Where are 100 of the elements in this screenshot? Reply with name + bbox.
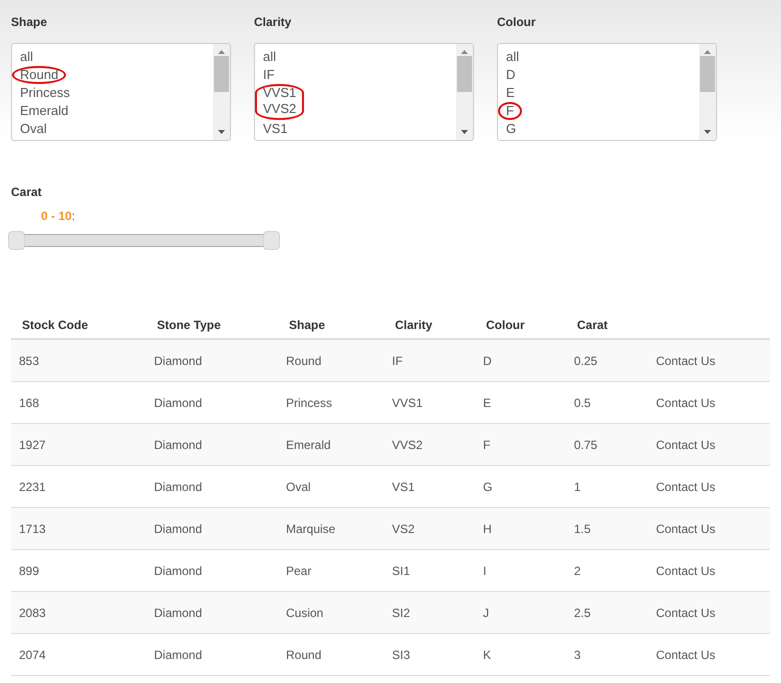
table-cell: 0.75 — [574, 438, 598, 452]
contact-link[interactable]: Contact Us — [656, 648, 716, 662]
table-cell: VVS1 — [392, 396, 423, 410]
column-header: Stone Type — [157, 318, 221, 332]
list-option[interactable]: Emerald — [12, 102, 76, 120]
scroll-up-icon[interactable] — [218, 50, 225, 54]
table-cell: 853 — [19, 354, 40, 368]
scroll-down-icon[interactable] — [461, 130, 468, 134]
contact-link[interactable]: Contact Us — [656, 606, 716, 620]
list-option[interactable]: all — [255, 48, 284, 66]
scroll-thumb[interactable] — [457, 56, 472, 92]
column-header: Stock Code — [22, 318, 88, 332]
contact-link[interactable]: Contact Us — [656, 522, 716, 536]
table-cell: Diamond — [154, 522, 202, 536]
table-cell: Diamond — [154, 480, 202, 494]
list-option[interactable]: Round — [12, 66, 66, 84]
table-cell: SI1 — [392, 564, 410, 578]
table-cell: 1.5 — [574, 522, 591, 536]
scroll-down-icon[interactable] — [218, 130, 225, 134]
table-cell: J — [483, 606, 489, 620]
table-cell: Diamond — [154, 648, 202, 662]
scroll-thumb[interactable] — [700, 56, 715, 92]
table-cell: Oval — [286, 480, 311, 494]
list-option[interactable]: all — [498, 48, 528, 66]
scroll-thumb[interactable] — [214, 56, 229, 92]
list-option[interactable]: all — [12, 48, 42, 66]
listbox[interactable]: all D E F G — [497, 43, 717, 141]
table-cell: VVS2 — [392, 438, 423, 452]
table-cell: 2231 — [19, 480, 46, 494]
table-cell: 168 — [19, 396, 40, 410]
list-option[interactable]: F — [498, 102, 522, 120]
table-cell: VS2 — [392, 522, 415, 536]
contact-link[interactable]: Contact Us — [656, 480, 716, 494]
carat-range: 0 - 10 — [41, 208, 72, 225]
table-cell: 2074 — [19, 648, 46, 662]
list-option[interactable]: D — [498, 66, 524, 84]
table-cell: SI3 — [392, 648, 410, 662]
table-cell: Round — [286, 354, 322, 368]
table-cell: Diamond — [154, 354, 202, 368]
scrollbar[interactable] — [213, 44, 230, 140]
table-cell: Diamond — [154, 564, 202, 578]
table-cell: Round — [286, 648, 322, 662]
table-cell: 2 — [574, 564, 581, 578]
listbox[interactable]: all IF VVS1 VVS2 VS1 — [254, 43, 474, 141]
list-option[interactable]: G — [498, 120, 524, 138]
carat-label: Carat — [11, 184, 43, 201]
table-cell: H — [483, 522, 492, 536]
table-cell: F — [483, 438, 490, 452]
scroll-down-icon[interactable] — [704, 130, 711, 134]
list-option[interactable]: VVS1 — [255, 84, 304, 102]
table-cell: Emerald — [286, 438, 331, 452]
scroll-up-icon[interactable] — [461, 50, 468, 54]
table-cell: Marquise — [286, 522, 336, 536]
table-cell: 3 — [574, 648, 581, 662]
filter-label: Colour — [497, 14, 537, 31]
table-cell: D — [483, 354, 492, 368]
column-header: Clarity — [395, 318, 432, 332]
scrollbar[interactable] — [456, 44, 473, 140]
scroll-up-icon[interactable] — [704, 50, 711, 54]
table-cell: 899 — [19, 564, 40, 578]
table-cell: E — [483, 396, 492, 410]
slider-handle[interactable] — [8, 231, 25, 250]
contact-link[interactable]: Contact Us — [656, 396, 716, 410]
table-cell: 1713 — [19, 522, 46, 536]
table-cell: 1927 — [19, 438, 46, 452]
table-cell: Diamond — [154, 606, 202, 620]
table-cell: VS1 — [392, 480, 415, 494]
contact-link[interactable]: Contact Us — [656, 438, 716, 452]
table-cell: Pear — [286, 564, 312, 578]
list-option[interactable]: Princess — [12, 84, 78, 102]
list-option[interactable]: VVS2 — [255, 102, 304, 120]
table-cell: 2083 — [19, 606, 46, 620]
table-cell: G — [483, 480, 492, 494]
filter-label: Clarity — [254, 14, 292, 31]
table-cell: Cusion — [286, 606, 324, 620]
listbox[interactable]: all Round Princess Emerald Oval — [11, 43, 231, 141]
slider-handle[interactable] — [263, 231, 280, 250]
column-header: Colour — [486, 318, 525, 332]
table-cell: Diamond — [154, 438, 202, 452]
table-cell: 1 — [574, 480, 581, 494]
table-cell: K — [483, 648, 492, 662]
scrollbar[interactable] — [699, 44, 716, 140]
list-option[interactable]: Oval — [12, 120, 55, 138]
contact-link[interactable]: Contact Us — [656, 354, 716, 368]
range-colon: : — [72, 208, 76, 225]
table-cell: SI2 — [392, 606, 410, 620]
table-cell: 0.25 — [574, 354, 598, 368]
list-option[interactable]: IF — [255, 66, 283, 84]
filter-label: Shape — [11, 14, 48, 31]
table-cell: IF — [392, 354, 403, 368]
table-cell: 2.5 — [574, 606, 591, 620]
table-cell: Diamond — [154, 396, 202, 410]
table-cell: I — [483, 564, 486, 578]
contact-link[interactable]: Contact Us — [656, 564, 716, 578]
table-cell: Princess — [286, 396, 332, 410]
column-header: Shape — [289, 318, 326, 332]
list-option[interactable]: VS1 — [255, 120, 296, 138]
list-option[interactable]: E — [498, 84, 523, 102]
column-header: Carat — [577, 318, 608, 332]
table-cell: 0.5 — [574, 396, 591, 410]
